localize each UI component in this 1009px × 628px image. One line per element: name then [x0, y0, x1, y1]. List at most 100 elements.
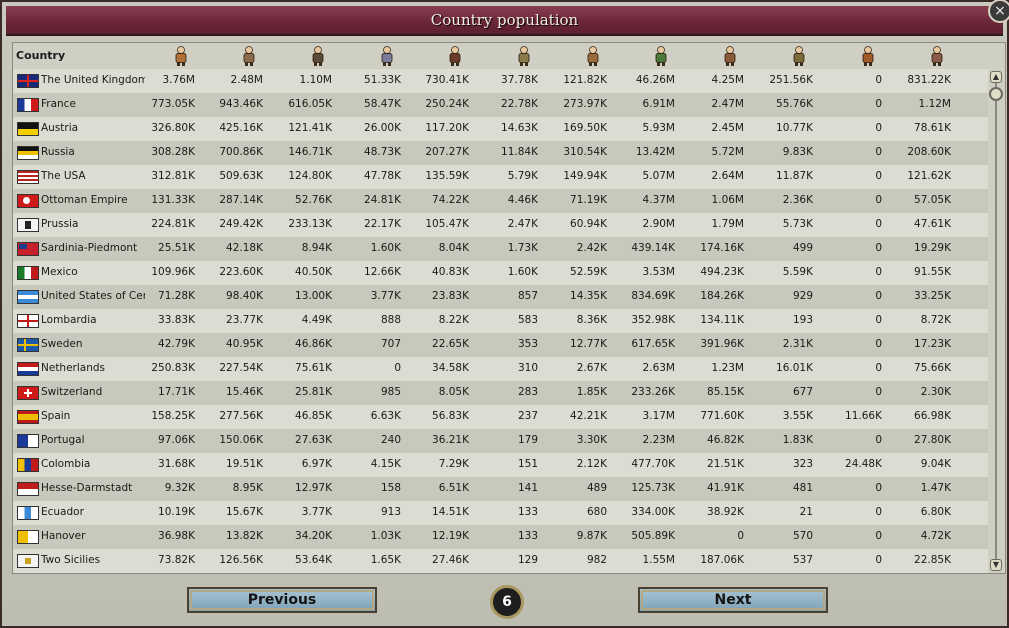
- table-row[interactable]: Switzerland 17.71K 15.46K 25.81K 985 8.05K 283…: [13, 381, 988, 405]
- aristocrats-icon[interactable]: [170, 45, 192, 67]
- table-row[interactable]: Russia 308.28K 700.86K 146.71K 48.73K 207.27K…: [13, 141, 988, 165]
- country-name[interactable]: Hanover: [41, 530, 145, 542]
- population-cell: 1.23M: [711, 362, 744, 374]
- country-name[interactable]: Sweden: [41, 338, 145, 350]
- population-table: Country The United Kingdom 3.76M 2.48M 1.10…: [12, 42, 1006, 574]
- country-name[interactable]: Austria: [41, 122, 145, 134]
- population-cell: 40.83K: [432, 266, 469, 278]
- farmers-icon[interactable]: [650, 45, 672, 67]
- country-population-window: Country population Country The United Ki…: [0, 0, 1009, 628]
- table-row[interactable]: Sardinia-Piedmont 25.51K 42.18K 8.94K 1.60K 8…: [13, 237, 988, 261]
- population-cell: 0: [875, 74, 882, 86]
- population-cell: 19.29K: [914, 242, 951, 254]
- country-name[interactable]: The USA: [41, 170, 145, 182]
- country-name[interactable]: Russia: [41, 146, 145, 158]
- country-name[interactable]: Sardinia-Piedmont: [41, 242, 145, 254]
- population-cell: 12.66K: [364, 266, 401, 278]
- country-name[interactable]: United States of Cen ...: [41, 290, 145, 302]
- population-cell: 985: [380, 386, 401, 398]
- population-cell: 249.42K: [219, 218, 263, 230]
- country-name[interactable]: Hesse-Darmstadt: [41, 482, 145, 494]
- country-name[interactable]: Switzerland: [41, 386, 145, 398]
- table-row[interactable]: Austria 326.80K 425.16K 121.41K 26.00K 117.20…: [13, 117, 988, 141]
- population-cell: 0: [875, 98, 882, 110]
- country-name[interactable]: Lombardia: [41, 314, 145, 326]
- population-cell: 121.62K: [907, 170, 951, 182]
- scroll-thumb[interactable]: [989, 87, 1003, 101]
- table-row[interactable]: Ecuador 10.19K 15.67K 3.77K 913 14.51K 133 680 3…: [13, 501, 988, 525]
- clergymen-icon[interactable]: [444, 45, 466, 67]
- country-name[interactable]: Spain: [41, 410, 145, 422]
- table-row[interactable]: Portugal 97.06K 150.06K 27.63K 240 36.21K 179 3…: [13, 429, 988, 453]
- flag-icon: [17, 98, 39, 112]
- table-row[interactable]: Ottoman Empire 131.33K 287.14K 52.76K 24.81K…: [13, 189, 988, 213]
- population-cell: 1.79M: [711, 218, 744, 230]
- labourers-icon[interactable]: [719, 45, 741, 67]
- soldiers-icon[interactable]: [926, 45, 948, 67]
- table-row[interactable]: Hanover 36.98K 13.82K 34.20K 1.03K 12.19K 133 9…: [13, 525, 988, 549]
- table-row[interactable]: Mexico 109.96K 223.60K 40.50K 12.66K 40.83K 1.…: [13, 261, 988, 285]
- capitalists-icon[interactable]: [376, 45, 398, 67]
- population-cell: 174.16K: [700, 242, 744, 254]
- scrollbar[interactable]: ▲ ▼: [989, 71, 1003, 571]
- table-row[interactable]: Hesse-Darmstadt 9.32K 8.95K 12.97K 158 6.51K 1…: [13, 477, 988, 501]
- population-cell: 13.00K: [295, 290, 332, 302]
- table-row[interactable]: Sweden 42.79K 40.95K 46.86K 707 22.65K 353 12.7…: [13, 333, 988, 357]
- country-name[interactable]: The United Kingdom: [41, 74, 145, 86]
- slaves-icon[interactable]: [857, 45, 879, 67]
- country-name[interactable]: Ottoman Empire: [41, 194, 145, 206]
- scroll-down-icon[interactable]: ▼: [990, 559, 1002, 571]
- population-cell: 3.76M: [162, 74, 195, 86]
- population-cell: 17.23K: [914, 338, 951, 350]
- population-cell: 310.54K: [563, 146, 607, 158]
- population-cell: 233.26K: [631, 386, 675, 398]
- previous-button[interactable]: Previous: [187, 587, 377, 613]
- country-name[interactable]: Portugal: [41, 434, 145, 446]
- population-cell: 37.78K: [501, 74, 538, 86]
- population-cell: 5.73K: [782, 218, 813, 230]
- population-cell: 187.06K: [700, 554, 744, 566]
- population-cell: 0: [875, 170, 882, 182]
- flag-icon: [17, 74, 39, 88]
- population-cell: 151: [517, 458, 538, 470]
- scroll-up-icon[interactable]: ▲: [990, 71, 1002, 83]
- table-row[interactable]: United States of Cen ... 71.28K 98.40K 13.0…: [13, 285, 988, 309]
- country-name[interactable]: Two Sicilies: [41, 554, 145, 566]
- table-row[interactable]: Netherlands 250.83K 227.54K 75.61K 0 34.58K 31…: [13, 357, 988, 381]
- population-cell: 98.40K: [226, 290, 263, 302]
- table-row[interactable]: The USA 312.81K 509.63K 124.80K 47.78K 135.59…: [13, 165, 988, 189]
- country-column-header[interactable]: Country: [16, 49, 65, 62]
- country-name[interactable]: Ecuador: [41, 506, 145, 518]
- table-row[interactable]: Two Sicilies 73.82K 126.56K 53.64K 1.65K 27.4…: [13, 549, 988, 573]
- flag-icon: [17, 266, 39, 280]
- population-cell: 47.61K: [914, 218, 951, 230]
- population-cell: 66.98K: [914, 410, 951, 422]
- country-name[interactable]: Mexico: [41, 266, 145, 278]
- country-name[interactable]: Colombia: [41, 458, 145, 470]
- population-cell: 42.21K: [570, 410, 607, 422]
- artisans-icon[interactable]: [238, 45, 260, 67]
- country-name[interactable]: Prussia: [41, 218, 145, 230]
- table-row[interactable]: Colombia 31.68K 19.51K 6.97K 4.15K 7.29K 151 2.…: [13, 453, 988, 477]
- country-name[interactable]: France: [41, 98, 145, 110]
- population-cell: 125.73K: [631, 482, 675, 494]
- population-cell: 14.63K: [501, 122, 538, 134]
- population-cell: 353: [517, 338, 538, 350]
- officers-icon[interactable]: [788, 45, 810, 67]
- population-cell: 2.36K: [782, 194, 813, 206]
- table-row[interactable]: The United Kingdom 3.76M 2.48M 1.10M 51.33K 7…: [13, 69, 988, 93]
- population-cell: 24.81K: [364, 194, 401, 206]
- table-row[interactable]: Prussia 224.81K 249.42K 233.13K 22.17K 105.47…: [13, 213, 988, 237]
- bureaucrats-icon[interactable]: [307, 45, 329, 67]
- clerks-icon[interactable]: [513, 45, 535, 67]
- close-icon[interactable]: ×: [988, 0, 1009, 23]
- population-cell: 831.22K: [907, 74, 951, 86]
- table-row[interactable]: Spain 158.25K 277.56K 46.85K 6.63K 56.83K 237 4…: [13, 405, 988, 429]
- population-cell: 277.56K: [219, 410, 263, 422]
- next-button[interactable]: Next: [638, 587, 828, 613]
- country-name[interactable]: Netherlands: [41, 362, 145, 374]
- population-cell: 537: [792, 554, 813, 566]
- table-row[interactable]: France 773.05K 943.46K 616.05K 58.47K 250.24K…: [13, 93, 988, 117]
- table-row[interactable]: Lombardia 33.83K 23.77K 4.49K 888 8.22K 583 8.3…: [13, 309, 988, 333]
- craftsmen-icon[interactable]: [582, 45, 604, 67]
